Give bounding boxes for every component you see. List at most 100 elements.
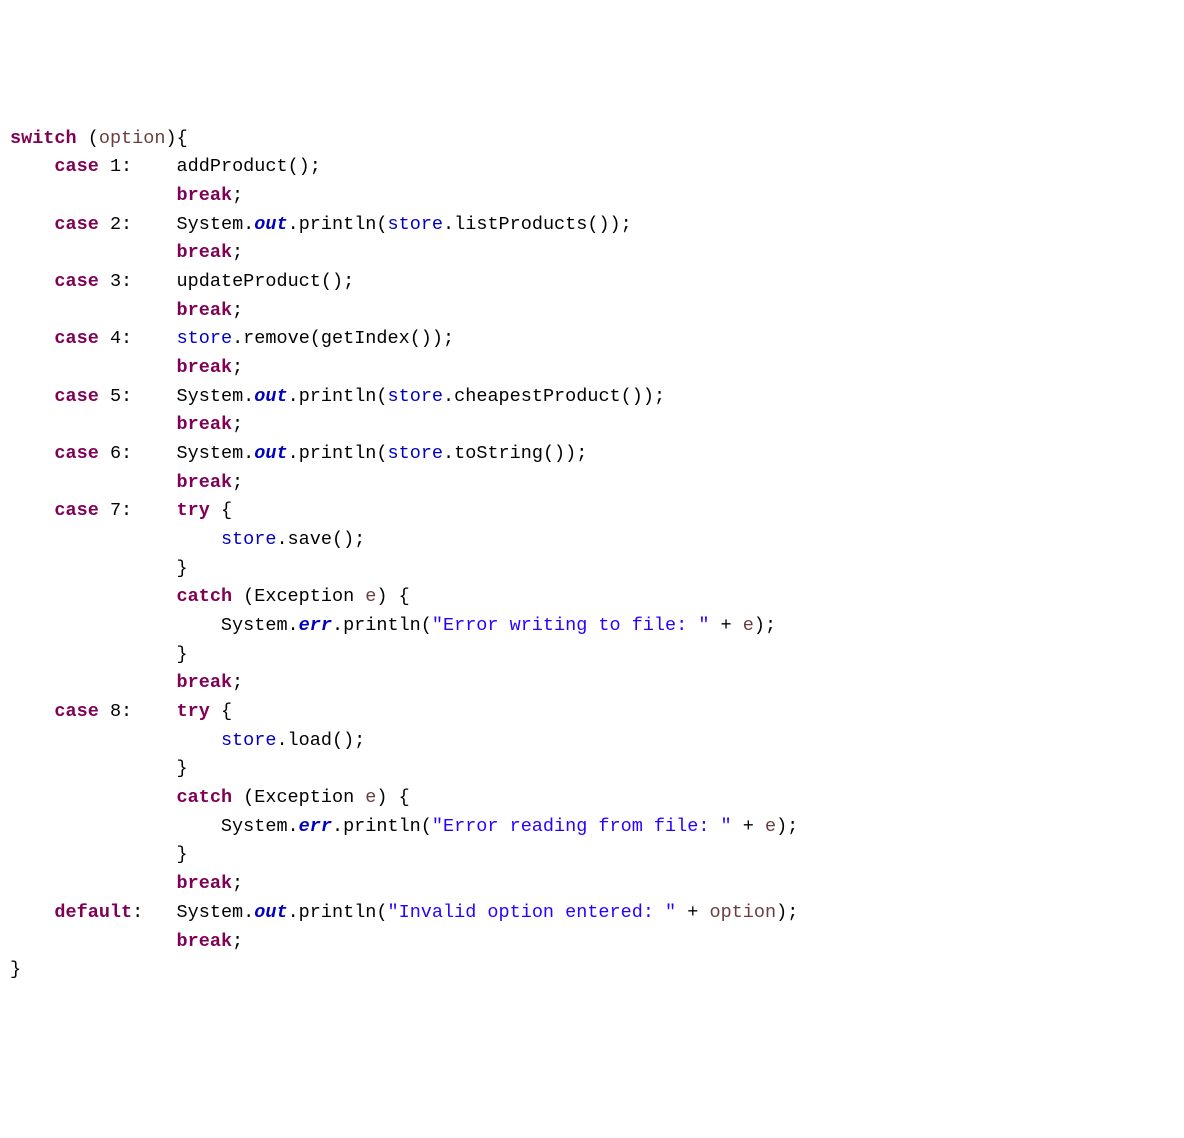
code-text — [10, 586, 177, 607]
code-stat: out — [254, 443, 287, 464]
code-text: .println( — [288, 443, 388, 464]
code-text — [10, 902, 54, 923]
code-kw: catch — [177, 586, 233, 607]
code-kw: default — [54, 902, 132, 923]
code-kw: break — [177, 242, 233, 263]
code-text: (Exception — [232, 586, 365, 607]
code-fld: store — [221, 529, 277, 550]
code-text — [10, 701, 54, 722]
code-kw: case — [54, 328, 98, 349]
code-kw: case — [54, 701, 98, 722]
code-stat: out — [254, 386, 287, 407]
code-text: 4: — [99, 328, 177, 349]
code-kw: case — [54, 500, 98, 521]
code-text: .save(); — [276, 529, 365, 550]
code-text: ( — [77, 128, 99, 149]
code-kw: break — [177, 472, 233, 493]
code-text: + — [709, 615, 742, 636]
code-text: System. — [10, 816, 299, 837]
code-text: + — [676, 902, 709, 923]
code-text: 8: — [99, 701, 177, 722]
code-text: .println( — [332, 615, 432, 636]
code-text — [10, 672, 177, 693]
code-text: } — [10, 959, 21, 980]
code-var: e — [365, 586, 376, 607]
code-text — [10, 472, 177, 493]
code-text: ) { — [376, 586, 409, 607]
code-stat: out — [254, 214, 287, 235]
code-fld: store — [388, 443, 444, 464]
code-kw: break — [177, 414, 233, 435]
code-text — [10, 787, 177, 808]
code-text: .println( — [288, 902, 388, 923]
code-kw: case — [54, 386, 98, 407]
code-fld: store — [177, 328, 233, 349]
code-text — [10, 357, 177, 378]
code-var: e — [365, 787, 376, 808]
code-kw: break — [177, 931, 233, 952]
code-text — [10, 242, 177, 263]
code-text: ; — [232, 873, 243, 894]
code-kw: try — [177, 500, 210, 521]
code-text — [10, 414, 177, 435]
code-kw: case — [54, 443, 98, 464]
code-text: .println( — [332, 816, 432, 837]
code-stat: err — [299, 615, 332, 636]
code-kw: break — [177, 672, 233, 693]
code-var: e — [743, 615, 754, 636]
code-text: .println( — [288, 386, 388, 407]
code-text: ){ — [165, 128, 187, 149]
code-text: { — [210, 500, 232, 521]
code-text: ; — [232, 931, 243, 952]
code-text: .println( — [288, 214, 388, 235]
code-text — [10, 328, 54, 349]
code-text: 6: System. — [99, 443, 254, 464]
code-text: ) { — [376, 787, 409, 808]
code-text: (Exception — [232, 787, 365, 808]
code-text: .remove(getIndex()); — [232, 328, 454, 349]
code-text: ); — [776, 816, 798, 837]
code-text: 5: System. — [99, 386, 254, 407]
code-text — [10, 300, 177, 321]
code-str: "Error writing to file: " — [432, 615, 710, 636]
code-kw: case — [54, 214, 98, 235]
code-kw: catch — [177, 787, 233, 808]
code-text: ; — [232, 357, 243, 378]
code-var: option — [99, 128, 166, 149]
code-text: ; — [232, 185, 243, 206]
code-text: .listProducts()); — [443, 214, 632, 235]
code-fld: store — [221, 730, 277, 751]
code-text — [10, 529, 221, 550]
code-text — [10, 443, 54, 464]
code-text: + — [732, 816, 765, 837]
code-str: "Invalid option entered: " — [388, 902, 677, 923]
code-str: "Error reading from file: " — [432, 816, 732, 837]
code-text: ; — [232, 472, 243, 493]
code-text: ; — [232, 414, 243, 435]
code-text: 7: — [99, 500, 177, 521]
code-var: e — [765, 816, 776, 837]
code-text: ; — [232, 672, 243, 693]
code-kw: break — [177, 357, 233, 378]
code-text: 3: updateProduct(); — [99, 271, 354, 292]
code-kw: switch — [10, 128, 77, 149]
code-text: : System. — [132, 902, 254, 923]
code-text — [10, 500, 54, 521]
code-kw: break — [177, 300, 233, 321]
code-var: option — [709, 902, 776, 923]
code-text — [10, 730, 221, 751]
code-fld: store — [388, 386, 444, 407]
code-text: .load(); — [276, 730, 365, 751]
code-text: } — [10, 644, 188, 665]
code-text — [10, 156, 54, 177]
code-kw: case — [54, 271, 98, 292]
code-text: System. — [10, 615, 299, 636]
code-text: } — [10, 758, 188, 779]
code-text: .toString()); — [443, 443, 587, 464]
code-text: ); — [754, 615, 776, 636]
code-stat: err — [299, 816, 332, 837]
code-text: .cheapestProduct()); — [443, 386, 665, 407]
code-text: 2: System. — [99, 214, 254, 235]
code-kw: case — [54, 156, 98, 177]
code-stat: out — [254, 902, 287, 923]
